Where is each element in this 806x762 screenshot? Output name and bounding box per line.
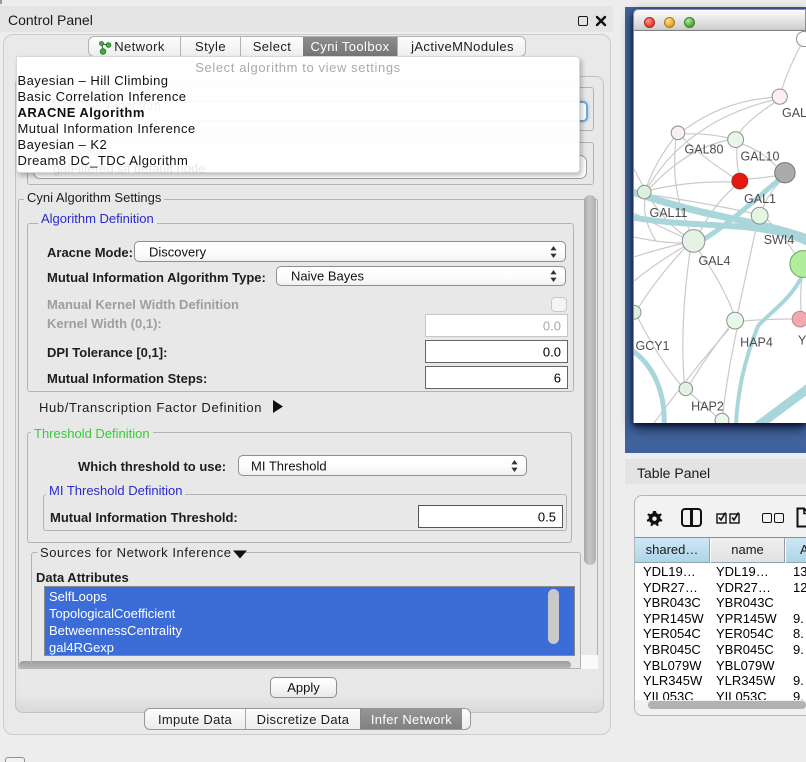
- svg-text:HAP4: HAP4: [740, 336, 773, 350]
- svg-text:HAP2: HAP2: [691, 400, 724, 414]
- svg-text:GCY1: GCY1: [635, 339, 669, 353]
- svg-text:GAL80: GAL80: [685, 143, 724, 157]
- svg-text:SWI4: SWI4: [764, 233, 795, 247]
- svg-text:GAL1: GAL1: [744, 192, 776, 206]
- svg-text:GAL4: GAL4: [699, 254, 731, 268]
- svg-text:GAL2: GAL2: [782, 106, 806, 120]
- svg-text:Y: Y: [798, 334, 806, 348]
- svg-text:GAL10: GAL10: [741, 150, 780, 164]
- svg-text:GAL11: GAL11: [650, 206, 688, 220]
